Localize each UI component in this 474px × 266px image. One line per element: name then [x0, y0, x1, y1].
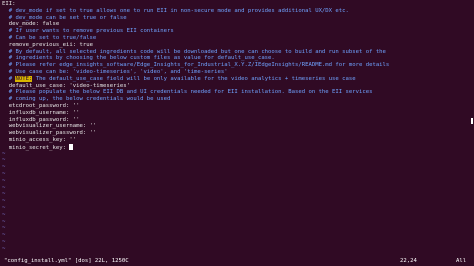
yaml-key: dev_mode: [2, 21, 40, 28]
empty-line-tilde: ~ [2, 198, 6, 205]
empty-line-tilde: ~ [2, 245, 6, 252]
editor-line: # Use case can be: 'video-timeseries', '… [2, 69, 460, 76]
editor-line: influxdb_password: '' [2, 117, 460, 124]
editor-line: ~ [2, 252, 460, 253]
editor-line: ~ [2, 205, 460, 212]
editor-line: ~ [2, 151, 460, 158]
empty-line-tilde: ~ [2, 191, 6, 198]
yaml-key: etcdroot_password: [2, 102, 70, 109]
empty-line-tilde: ~ [2, 177, 6, 184]
editor-line: webvisualizer_password: '' [2, 130, 460, 137]
editor-line: etcdroot_password: '' [2, 103, 460, 110]
comment-text: # Use case can be: 'video-timeseries', '… [2, 68, 228, 75]
vim-status-line: "config_install.yml" [dos] 22L, 1250C 22… [0, 256, 474, 266]
editor-line: # dev_mode if set to true allows one to … [2, 8, 460, 15]
comment-text: # coming up, the below credentials would… [2, 96, 171, 103]
empty-line-tilde: ~ [2, 252, 5, 253]
comment-text: The default_use_case field will be only … [32, 75, 356, 82]
editor-line: ~ [2, 246, 460, 253]
empty-line-tilde: ~ [2, 238, 6, 245]
empty-line-tilde: ~ [2, 150, 6, 157]
comment-text: # If user wants to remove previous EII c… [2, 28, 174, 35]
note-highlight: NOTE: [15, 75, 33, 82]
editor-line: # By default, all selected ingredients c… [2, 49, 460, 56]
yaml-key: influxdb_password: [2, 116, 70, 123]
yaml-value: true [76, 41, 93, 48]
editor-line: # ingredients by choosing the below cust… [2, 55, 460, 62]
comment-text: # dev_mode if set to true allows one to … [2, 7, 349, 14]
comment-text: # Please populate the below EII DB and U… [2, 89, 373, 96]
yaml-value: false [39, 21, 60, 28]
editor-line: ~ [2, 157, 460, 164]
empty-line-tilde: ~ [2, 204, 6, 211]
yaml-key: minio_access_key: [2, 136, 66, 143]
yaml-key: webvisualizer_username: [2, 123, 87, 130]
empty-line-tilde: ~ [2, 232, 6, 239]
comment-text: # By default, all selected ingredients c… [2, 48, 386, 55]
editor-line: minio_secret_key: [2, 143, 460, 151]
yaml-value: '' [69, 116, 80, 123]
editor-line: # Please refer edge_insights_software/Ed… [2, 62, 460, 69]
yaml-key: EII: [2, 1, 16, 7]
yaml-key: influxdb_username: [2, 109, 70, 116]
editor-line: minio_access_key: '' [2, 137, 460, 144]
empty-line-tilde: ~ [2, 157, 6, 164]
editor-line: default_use_case: 'video-timeseries' [2, 83, 460, 90]
yaml-key: remove_previous_eii: [2, 41, 77, 48]
comment-text: # Please refer edge_insights_software/Ed… [2, 62, 390, 69]
yaml-value: '' [69, 109, 80, 116]
empty-line-tilde: ~ [2, 184, 6, 191]
editor-line: ~ [2, 219, 460, 226]
comment-text: # Can be set to true/false [2, 34, 97, 41]
editor-line: ~ [2, 225, 460, 232]
empty-line-tilde: ~ [2, 211, 6, 218]
text-cursor [69, 143, 74, 150]
editor-line: dev_mode: false [2, 21, 460, 28]
editor-line: ~ [2, 191, 460, 198]
yaml-value: '' [66, 136, 77, 143]
comment-text: # ingredients by choosing the below cust… [2, 55, 275, 62]
editor-line: # If user wants to remove previous EII c… [2, 28, 460, 35]
scroll-indicator: All [456, 258, 467, 264]
editor-line: ~ [2, 198, 460, 205]
empty-line-tilde: ~ [2, 225, 6, 232]
editor-line: ~ [2, 164, 460, 171]
yaml-key: default_use_case: [2, 82, 66, 89]
empty-line-tilde: ~ [2, 218, 6, 225]
yaml-key: webvisualizer_password: [2, 130, 87, 137]
editor-line: influxdb_username: '' [2, 110, 460, 117]
editor-line: ~ [2, 232, 460, 239]
terminal-window: EII: # dev_mode if set to true allows on… [0, 0, 474, 266]
yaml-value: '' [86, 130, 97, 137]
editor-line: EII: [2, 1, 460, 8]
editor-line: ~ [2, 239, 460, 246]
scrollbar[interactable] [468, 0, 473, 254]
yaml-value: '' [86, 123, 97, 130]
cursor-position: 22,24 [400, 258, 417, 264]
yaml-key: minio_secret_key: [2, 144, 66, 151]
editor-line: remove_previous_eii: true [2, 42, 460, 49]
editor-line: # Please populate the below EII DB and U… [2, 89, 460, 96]
editor-line: ~ [2, 178, 460, 185]
comment-text: # dev_mode can be set true or false [2, 14, 127, 21]
editor-line: webvisualizer_username: '' [2, 123, 460, 130]
empty-line-tilde: ~ [2, 170, 6, 177]
editor-line: # coming up, the below credentials would… [2, 96, 460, 103]
yaml-value: '' [69, 102, 80, 109]
editor-line: ~ [2, 212, 460, 219]
editor-line: # Can be set to true/false [2, 35, 460, 42]
yaml-value: 'video-timeseries' [66, 82, 130, 89]
editor-line: ~ [2, 185, 460, 192]
editor-line: ~ [2, 171, 460, 178]
comment-text: # [2, 75, 16, 82]
editor-line: # dev_mode can be set true or false [2, 15, 460, 22]
scrollbar-thumb[interactable] [471, 118, 473, 124]
empty-line-tilde: ~ [2, 164, 6, 171]
file-info: "config_install.yml" [dos] 22L, 1250C [4, 258, 129, 264]
vim-editor-buffer[interactable]: EII: # dev_mode if set to true allows on… [2, 1, 460, 253]
editor-line: # NOTE: The default_use_case field will … [2, 75, 460, 83]
